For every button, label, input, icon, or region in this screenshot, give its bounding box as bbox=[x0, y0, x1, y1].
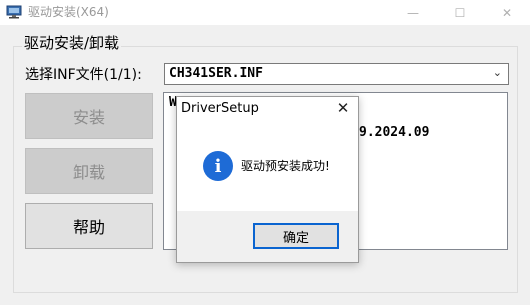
help-button[interactable]: 帮助 bbox=[25, 203, 153, 249]
dialog-title-bar: DriverSetup ✕ bbox=[177, 97, 358, 121]
info-date-text: 9.2024.09 bbox=[359, 125, 430, 140]
driversetup-dialog: DriverSetup ✕ i 驱动预安装成功! 确定 bbox=[176, 96, 359, 263]
info-icon: i bbox=[203, 151, 233, 181]
uninstall-button[interactable]: 卸载 bbox=[25, 148, 153, 194]
window-title: 驱动安装(X64) bbox=[28, 5, 109, 19]
inf-file-label: 选择INF文件(1/1): bbox=[25, 67, 142, 83]
inf-file-value: CH341SER.INF bbox=[169, 66, 263, 81]
close-button[interactable]: ✕ bbox=[484, 0, 530, 25]
app-icon bbox=[6, 5, 22, 19]
dialog-close-icon[interactable]: ✕ bbox=[334, 99, 352, 117]
dialog-message: 驱动预安装成功! bbox=[241, 159, 330, 173]
dialog-body: i 驱动预安装成功! bbox=[177, 121, 358, 211]
minimize-button[interactable]: — bbox=[390, 0, 436, 25]
inf-file-select[interactable]: CH341SER.INF ⌄ bbox=[164, 63, 509, 85]
dialog-title: DriverSetup bbox=[181, 101, 259, 116]
group-title: 驱动安装/卸载 bbox=[22, 34, 122, 52]
maximize-button[interactable]: ☐ bbox=[437, 0, 483, 25]
chevron-down-icon[interactable]: ⌄ bbox=[493, 66, 502, 79]
install-button[interactable]: 安装 bbox=[25, 93, 153, 139]
title-bar: 驱动安装(X64) — ☐ ✕ bbox=[0, 0, 530, 25]
ok-button[interactable]: 确定 bbox=[253, 223, 339, 249]
